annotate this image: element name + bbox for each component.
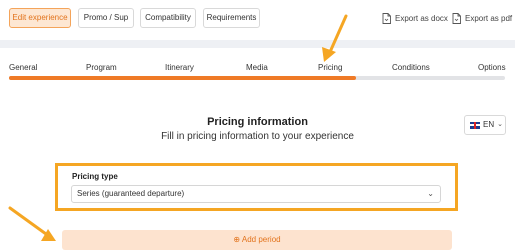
step-itinerary[interactable]: Itinerary <box>165 63 194 72</box>
step-general[interactable]: General <box>9 63 37 72</box>
progress-fill <box>9 76 357 80</box>
arrow-annotation-pricing <box>322 14 348 62</box>
language-label: EN <box>483 120 495 129</box>
tab-promo-sup[interactable]: Promo / Sup <box>78 8 134 28</box>
export-pdf-button[interactable]: Export as pdf <box>452 11 512 25</box>
language-selector[interactable]: EN ⌄ <box>464 115 506 135</box>
page: Edit experience Promo / Sup Compatibilit… <box>0 0 515 250</box>
step-media[interactable]: Media <box>246 63 268 72</box>
page-subtitle: Fill in pricing information to your expe… <box>161 131 354 142</box>
add-period-content: ⊕ Add period <box>62 235 452 244</box>
plus-circle-icon: ⊕ <box>233 235 241 244</box>
add-period-label: Add period <box>241 235 281 244</box>
export-docx-label: Export as docx <box>395 13 448 23</box>
document-icon <box>452 12 461 24</box>
pricing-type-select[interactable]: Series (guaranteed departure) ⌄ <box>71 185 441 203</box>
step-conditions[interactable]: Conditions <box>392 63 430 72</box>
tab-requirements[interactable]: Requirements <box>203 8 260 28</box>
export-pdf-label: Export as pdf <box>465 13 513 23</box>
uk-flag-icon <box>470 121 480 129</box>
step-program[interactable]: Program <box>86 63 117 72</box>
step-options[interactable]: Options <box>478 63 506 72</box>
export-docx-button[interactable]: Export as docx <box>382 11 448 25</box>
add-period-button[interactable]: ⊕ Add period <box>62 230 452 250</box>
chevron-down-icon: ⌄ <box>497 121 503 128</box>
step-navigation: General Program Itinerary Media Pricing … <box>0 48 515 88</box>
chevron-down-icon: ⌄ <box>427 189 434 198</box>
step-pricing[interactable]: Pricing <box>318 63 342 72</box>
tab-edit-experience[interactable]: Edit experience <box>9 8 71 28</box>
top-toolbar: Edit experience Promo / Sup Compatibilit… <box>0 0 515 40</box>
arrow-annotation-add-period <box>8 206 56 241</box>
progress-track <box>9 76 505 80</box>
pricing-content: Pricing information Fill in pricing info… <box>0 88 515 250</box>
document-icon <box>382 12 391 24</box>
tab-compatibility[interactable]: Compatibility <box>140 8 196 28</box>
pricing-type-label: Pricing type <box>72 172 118 181</box>
page-title: Pricing information <box>207 116 308 128</box>
pricing-type-value: Series (guaranteed departure) <box>77 189 185 198</box>
